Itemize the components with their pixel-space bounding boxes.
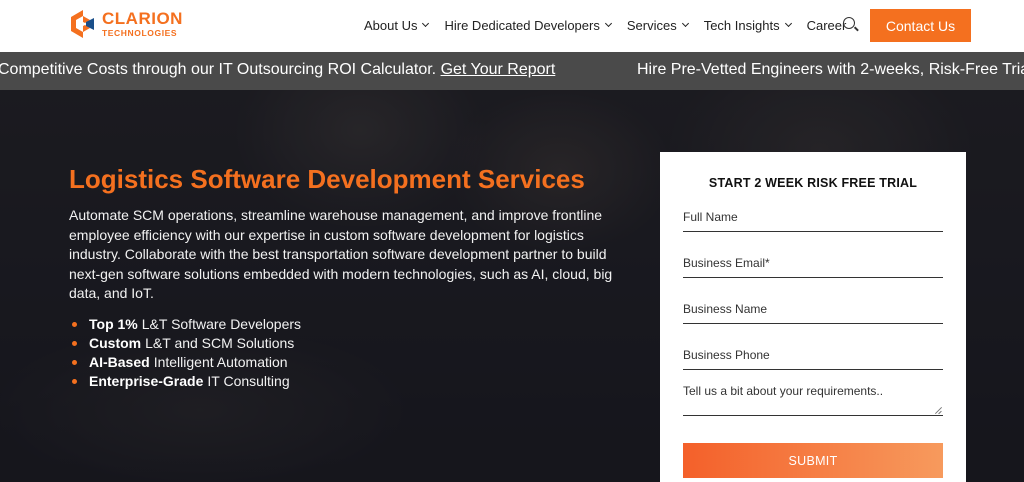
nav-item-services[interactable]: Services bbox=[626, 17, 689, 33]
resize-handle-icon[interactable] bbox=[935, 407, 942, 414]
clarion-logo-icon bbox=[68, 8, 98, 40]
bullet-bold: Custom bbox=[89, 335, 142, 351]
chevron-down-icon bbox=[604, 19, 612, 28]
form-title: START 2 WEEK RISK FREE TRIAL bbox=[708, 176, 918, 190]
ticker-text: Competitive Costs through our IT Outsour… bbox=[0, 61, 441, 78]
trial-form: START 2 WEEK RISK FREE TRIAL SUBMIT bbox=[660, 152, 966, 482]
nav-item-tech-insights[interactable]: Tech Insights bbox=[703, 17, 792, 33]
logo[interactable]: CLARION TECHNOLOGIES bbox=[68, 8, 183, 40]
nav-label: Career bbox=[806, 17, 847, 33]
contact-us-button[interactable]: Contact Us bbox=[870, 9, 971, 42]
bullet-icon bbox=[72, 341, 77, 346]
chevron-down-icon bbox=[422, 19, 430, 28]
list-item: Enterprise-Grade IT Consulting bbox=[72, 372, 301, 391]
announcement-ticker: Competitive Costs through our IT Outsour… bbox=[0, 52, 1024, 90]
hero-description: Automate SCM operations, streamline ware… bbox=[69, 207, 613, 301]
ticker-text: Hire Pre-Vetted Engineers with 2-weeks, … bbox=[637, 61, 1024, 78]
bullet-icon bbox=[72, 322, 77, 327]
hero-section: Logistics Software Development Services … bbox=[0, 90, 1024, 482]
business-email-field[interactable] bbox=[683, 256, 943, 278]
feature-list: Top 1% L&T Software Developers Custom L&T … bbox=[72, 315, 301, 391]
bullet-text: Intelligent Automation bbox=[153, 354, 288, 370]
nav-label: About Us bbox=[364, 17, 418, 33]
nav-item-career[interactable]: Career bbox=[807, 18, 847, 33]
brand-subtitle: TECHNOLOGIES bbox=[102, 28, 178, 39]
bullet-bold: Enterprise-Grade bbox=[89, 373, 204, 389]
bullet-text: L&T and SCM Solutions bbox=[145, 335, 295, 351]
bullet-icon bbox=[72, 360, 77, 365]
main-nav: About Us Hire Dedicated Developers Servi… bbox=[364, 0, 862, 50]
chevron-down-icon bbox=[681, 19, 689, 28]
nav-label: Tech Insights bbox=[703, 17, 780, 33]
nav-item-about-us[interactable]: About Us bbox=[364, 17, 430, 33]
list-item: Custom L&T and SCM Solutions bbox=[72, 334, 301, 353]
nav-label: Hire Dedicated Developers bbox=[444, 17, 600, 33]
full-name-field[interactable] bbox=[683, 210, 943, 232]
ticker-item-hire: Hire Pre-Vetted Engineers with 2-weeks, … bbox=[637, 61, 1024, 79]
nav-label: Services bbox=[626, 17, 677, 33]
ticker-item-roi: Competitive Costs through our IT Outsour… bbox=[0, 61, 555, 79]
site-header: CLARION TECHNOLOGIES About Us Hire Dedic… bbox=[0, 0, 1024, 52]
business-phone-field[interactable] bbox=[683, 348, 943, 370]
chevron-down-icon bbox=[784, 19, 792, 28]
nav-item-hire-dedicated-developers[interactable]: Hire Dedicated Developers bbox=[444, 17, 612, 33]
business-name-field[interactable] bbox=[683, 302, 943, 324]
list-item: AI-Based Intelligent Automation bbox=[72, 353, 301, 372]
bullet-text: L&T Software Developers bbox=[141, 316, 302, 332]
requirements-textarea[interactable] bbox=[683, 384, 943, 416]
search-icon[interactable] bbox=[843, 17, 855, 29]
get-your-report-link[interactable]: Get Your Report bbox=[441, 61, 556, 78]
brand-name: CLARION bbox=[102, 9, 183, 29]
list-item: Top 1% L&T Software Developers bbox=[72, 315, 301, 334]
submit-button[interactable]: SUBMIT bbox=[683, 443, 943, 478]
bullet-icon bbox=[72, 379, 77, 384]
bullet-bold: AI-Based bbox=[89, 354, 150, 370]
page-title: Logistics Software Development Services bbox=[69, 164, 585, 194]
bullet-text: IT Consulting bbox=[207, 373, 290, 389]
bullet-bold: Top 1% bbox=[89, 316, 138, 332]
